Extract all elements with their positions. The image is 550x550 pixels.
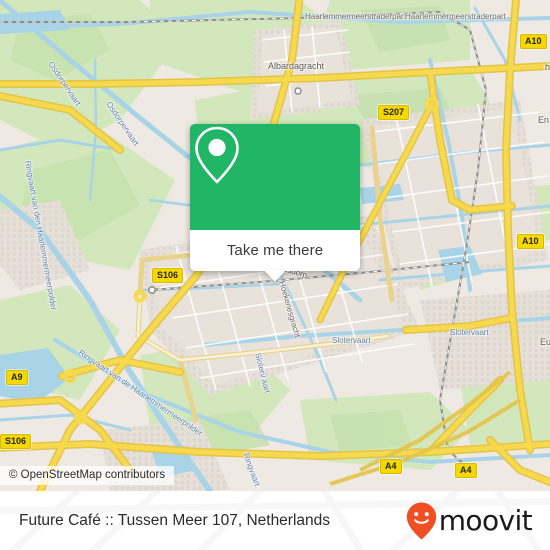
destination-callout-card[interactable]: Take me there bbox=[190, 124, 360, 282]
map-screenshot: Albardagracht Haarlemmermeerstraderpart Ha… bbox=[0, 0, 550, 550]
map-canvas[interactable]: Albardagracht Haarlemmermeerstraderpart Ha… bbox=[0, 0, 550, 491]
footer-content: Future Café :: Tussen Meer 107, Netherla… bbox=[0, 491, 550, 550]
callout-pointer bbox=[264, 270, 286, 282]
highway-shield: A4 bbox=[380, 459, 402, 474]
location-pin-icon bbox=[195, 126, 239, 184]
moovit-pin-icon bbox=[406, 502, 436, 539]
highway-shield: S106 bbox=[0, 434, 32, 449]
highway-shield: S207 bbox=[378, 105, 410, 120]
moovit-wordmark: moovit bbox=[438, 503, 533, 537]
callout-header bbox=[190, 124, 360, 230]
highway-shield: A10 bbox=[520, 34, 547, 49]
callout-action-bar[interactable]: Take me there bbox=[190, 230, 360, 282]
moovit-logo[interactable]: moovit bbox=[405, 501, 533, 541]
location-title: Future Café :: Tussen Meer 107, Netherla… bbox=[19, 511, 331, 529]
footer-bar: Future Café :: Tussen Meer 107, Netherla… bbox=[0, 491, 550, 550]
highway-shield: S106 bbox=[152, 268, 184, 283]
highway-shield: A10 bbox=[517, 234, 544, 249]
highway-shield: A9 bbox=[6, 370, 28, 385]
osm-attribution[interactable]: © OpenStreetMap contributors bbox=[0, 466, 175, 485]
take-me-there-label: Take me there bbox=[226, 242, 324, 259]
highway-shield: A4 bbox=[455, 463, 477, 478]
